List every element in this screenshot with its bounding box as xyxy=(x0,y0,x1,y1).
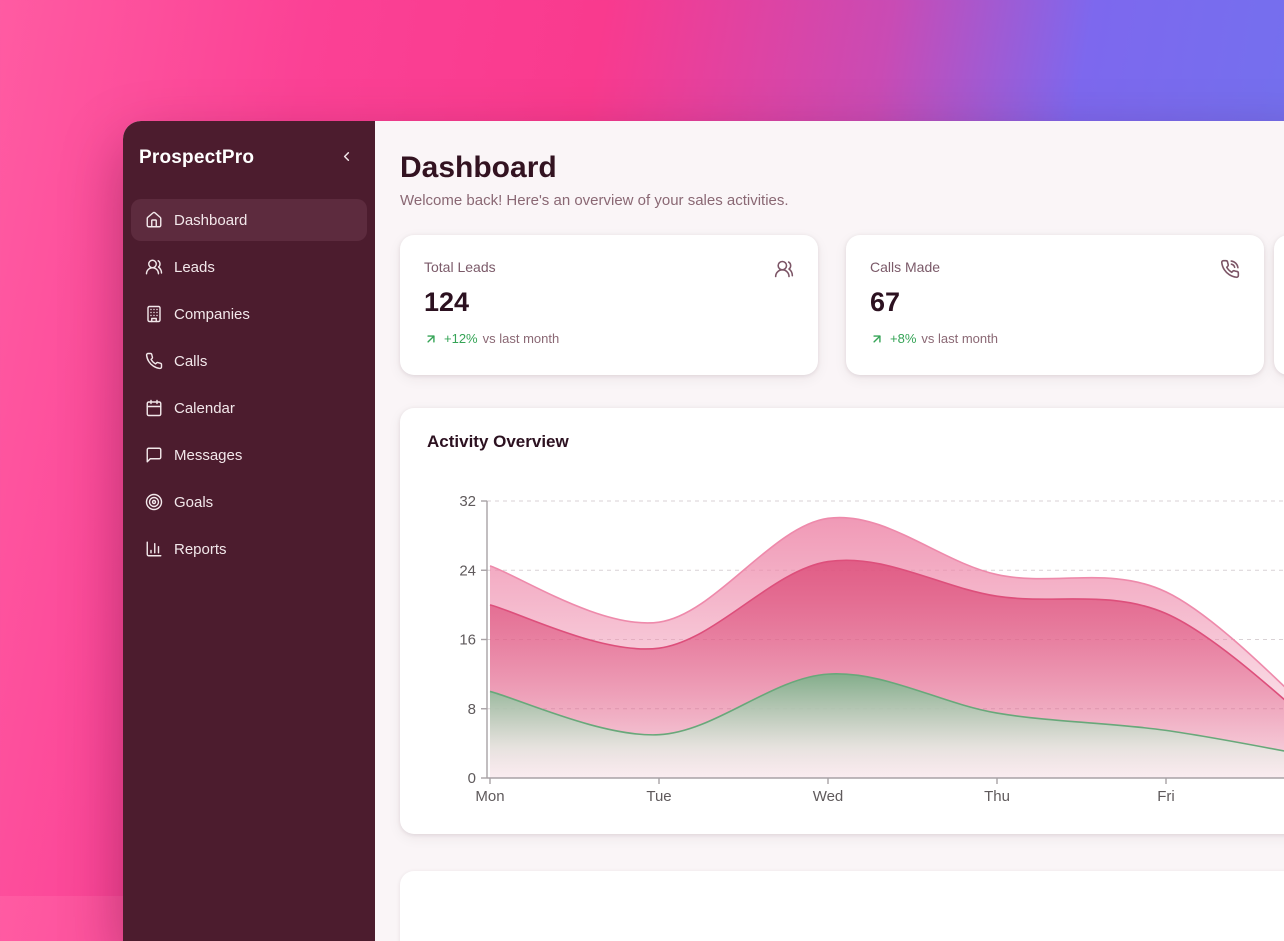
sidebar-item-leads[interactable]: Leads xyxy=(131,246,367,288)
sidebar-item-calendar[interactable]: Calendar xyxy=(131,387,367,429)
activity-overview-card: Activity Overview 08162432MonTueWedThuFr… xyxy=(400,408,1284,834)
chevron-left-icon xyxy=(339,149,354,167)
sidebar-item-label: Calls xyxy=(174,353,207,370)
building-icon xyxy=(145,305,163,323)
svg-text:Tue: Tue xyxy=(646,788,671,805)
sidebar: ProspectPro Dashboard Leads Companies Ca… xyxy=(123,121,375,941)
page-subtitle: Welcome back! Here's an overview of your… xyxy=(400,190,1284,211)
phone-call-icon xyxy=(1220,259,1240,279)
stat-card-calls-made: Calls Made 67 +8% vs last month xyxy=(846,235,1264,375)
users-icon xyxy=(145,258,163,276)
house-icon xyxy=(145,211,163,229)
trend-suffix: vs last month xyxy=(921,331,998,346)
stat-value: 124 xyxy=(424,287,794,318)
trend-percent: +8% xyxy=(890,331,916,346)
sidebar-item-reports[interactable]: Reports xyxy=(131,528,367,570)
message-square-icon xyxy=(145,446,163,464)
stat-label: Total Leads xyxy=(424,259,496,275)
sidebar-item-label: Companies xyxy=(174,306,250,323)
app-window: ProspectPro Dashboard Leads Companies Ca… xyxy=(123,121,1284,941)
svg-text:8: 8 xyxy=(468,701,476,718)
sidebar-item-calls[interactable]: Calls xyxy=(131,340,367,382)
sidebar-item-companies[interactable]: Companies xyxy=(131,293,367,335)
additional-card-clipped xyxy=(400,871,1284,941)
sidebar-item-label: Calendar xyxy=(174,400,235,417)
svg-text:24: 24 xyxy=(459,562,476,579)
stat-value: 67 xyxy=(870,287,1240,318)
sidebar-item-label: Leads xyxy=(174,259,215,276)
users-icon xyxy=(774,259,794,279)
arrow-up-right-icon xyxy=(870,332,884,346)
stat-cards-row: Total Leads 124 +12% vs last month Calls… xyxy=(400,235,1284,375)
stat-card-clipped xyxy=(1274,235,1284,375)
stat-trend: +12% vs last month xyxy=(424,331,794,346)
sidebar-item-label: Messages xyxy=(174,447,242,464)
stat-card-total-leads: Total Leads 124 +12% vs last month xyxy=(400,235,818,375)
svg-text:0: 0 xyxy=(468,770,476,787)
sidebar-item-label: Goals xyxy=(174,494,213,511)
svg-text:Mon: Mon xyxy=(475,788,504,805)
page-title: Dashboard xyxy=(400,151,1284,185)
stat-trend: +8% vs last month xyxy=(870,331,1240,346)
sidebar-item-goals[interactable]: Goals xyxy=(131,481,367,523)
svg-text:Fri: Fri xyxy=(1157,788,1175,805)
sidebar-item-label: Reports xyxy=(174,541,227,558)
svg-text:32: 32 xyxy=(459,493,476,510)
svg-text:Wed: Wed xyxy=(813,788,844,805)
trend-percent: +12% xyxy=(444,331,478,346)
sidebar-brand-row: ProspectPro xyxy=(123,147,375,169)
stat-label: Calls Made xyxy=(870,259,940,275)
svg-text:Thu: Thu xyxy=(984,788,1010,805)
sidebar-item-label: Dashboard xyxy=(174,212,247,229)
target-icon xyxy=(145,493,163,511)
phone-icon xyxy=(145,352,163,370)
svg-text:16: 16 xyxy=(459,632,476,649)
calendar-icon xyxy=(145,399,163,417)
trend-suffix: vs last month xyxy=(483,331,560,346)
arrow-up-right-icon xyxy=(424,332,438,346)
sidebar-nav: Dashboard Leads Companies Calls Calendar… xyxy=(123,199,375,570)
main-content: Dashboard Welcome back! Here's an overvi… xyxy=(375,121,1284,941)
sidebar-item-dashboard[interactable]: Dashboard xyxy=(131,199,367,241)
brand-logo-text: ProspectPro xyxy=(139,147,254,169)
sidebar-collapse-button[interactable] xyxy=(335,147,357,169)
bar-chart-icon xyxy=(145,540,163,558)
sidebar-item-messages[interactable]: Messages xyxy=(131,434,367,476)
